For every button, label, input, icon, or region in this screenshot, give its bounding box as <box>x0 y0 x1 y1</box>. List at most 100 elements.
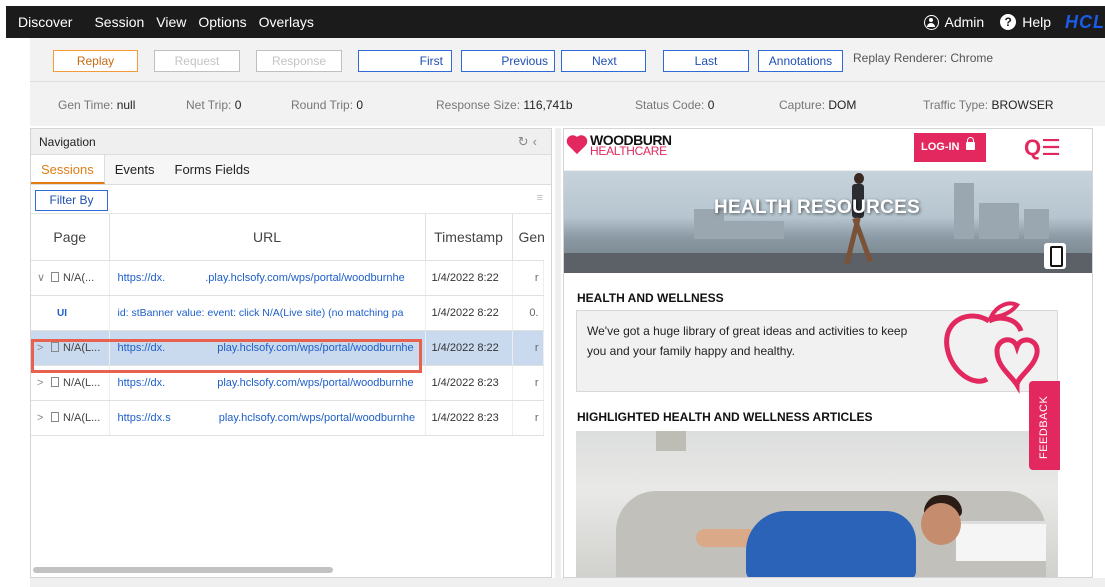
lock-icon <box>966 137 975 150</box>
help-label[interactable]: Help <box>1022 14 1051 30</box>
panel-divider[interactable] <box>555 128 561 578</box>
help-icon[interactable]: ? <box>1000 14 1017 30</box>
row-url[interactable]: id: stBanner value: event: click N/A(Liv… <box>109 295 426 331</box>
row-page: UI <box>31 295 110 331</box>
row-gen: r <box>512 365 544 401</box>
row-url[interactable]: https://dx. .play.hclsofy.com/wps/portal/… <box>109 260 426 296</box>
site-header: WOODBURN HEALTHCARE LOG-IN Q☰ <box>564 129 1092 171</box>
net-trip: Net Trip: 0 <box>186 98 242 112</box>
tab-events[interactable]: Events <box>105 155 165 184</box>
document-icon <box>51 411 59 422</box>
feedback-tab[interactable]: FEEDBACK <box>1029 381 1060 470</box>
login-button[interactable]: LOG-IN <box>914 133 986 162</box>
request-button[interactable]: Request <box>154 50 240 72</box>
row-timestamp: 1/4/2022 8:22 <box>425 260 513 296</box>
document-icon <box>51 376 59 387</box>
replay-toolbar: Replay Request Response First Previous N… <box>30 38 1105 82</box>
replay-renderer-label: Replay Renderer: Chrome <box>853 51 994 65</box>
section-title-health-wellness: HEALTH AND WELLNESS <box>577 291 724 305</box>
search-menu-icon[interactable]: Q☰ <box>1024 137 1061 159</box>
response-size: Response Size: 116,741b <box>436 98 573 112</box>
menu-view[interactable]: View <box>150 6 192 38</box>
heart-icon <box>566 136 588 156</box>
hcl-logo: HCL <box>1065 11 1105 32</box>
tab-forms-fields[interactable]: Forms Fields <box>165 155 260 184</box>
expand-chevron-icon[interactable]: > <box>37 377 49 389</box>
column-gen[interactable]: Gen <box>512 214 545 261</box>
health-wellness-text: We've got a huge library of great ideas … <box>587 324 908 358</box>
expand-chevron-icon[interactable]: ∨ <box>37 271 49 284</box>
row-page: > N/A(L... <box>31 400 110 436</box>
ui-event-tag: UI <box>57 307 67 319</box>
mobile-phone-icon[interactable] <box>1044 243 1066 269</box>
filter-row: Filter By ≡ <box>31 185 551 214</box>
document-icon <box>51 272 59 282</box>
last-button[interactable]: Last <box>663 50 749 72</box>
expand-chevron-icon[interactable]: > <box>37 412 49 424</box>
bottom-bar <box>30 578 1105 587</box>
annotations-button[interactable]: Annotations <box>758 50 843 72</box>
menu-right: Admin ? Help HCL <box>923 11 1105 33</box>
navigation-title: Navigation <box>39 135 96 149</box>
table-header: Page URL Timestamp Gen <box>31 214 545 261</box>
navigation-header: Navigation ↻‹ <box>31 129 551 155</box>
section-title-articles: HIGHLIGHTED HEALTH AND WELLNESS ARTICLES <box>577 410 873 424</box>
navigation-tabs: Sessions Events Forms Fields <box>31 155 551 185</box>
table-row-selected[interactable]: > N/A(L... https://dx. play.hclsofy.com/wp… <box>31 330 544 366</box>
capture: Capture: DOM <box>779 98 857 112</box>
user-icon[interactable] <box>923 14 939 30</box>
admin-label[interactable]: Admin <box>945 14 985 30</box>
row-gen: 0. <box>512 295 544 331</box>
previous-button[interactable]: Previous <box>461 50 555 72</box>
apple-hearts-icon <box>944 301 1040 394</box>
document-icon <box>51 341 59 352</box>
row-timestamp: 1/4/2022 8:23 <box>425 365 513 401</box>
row-page: > N/A(L... <box>31 330 110 366</box>
row-gen: r <box>512 330 544 366</box>
expand-chevron-icon[interactable]: > <box>37 342 49 354</box>
row-page: > N/A(L... <box>31 365 110 401</box>
response-button[interactable]: Response <box>256 50 342 72</box>
row-url[interactable]: https://dx. play.hclsofy.com/wps/portal/w… <box>109 330 426 366</box>
tab-sessions[interactable]: Sessions <box>31 155 105 184</box>
horizontal-scrollbar[interactable] <box>33 567 333 573</box>
session-info-bar: Gen Time: null Net Trip: 0 Round Trip: 0… <box>30 82 1105 126</box>
row-gen: r <box>512 400 544 436</box>
sessions-table: Page URL Timestamp Gen ∨ N/A(... https://… <box>31 214 545 436</box>
runner-figure <box>844 173 874 269</box>
collapse-icon[interactable]: ‹ <box>533 134 541 149</box>
menu-options[interactable]: Options <box>192 6 252 38</box>
menu-session[interactable]: Session <box>88 6 150 38</box>
row-url[interactable]: https://dx.s play.hclsofy.com/wps/portal/… <box>109 400 426 436</box>
round-trip: Round Trip: 0 <box>291 98 364 112</box>
status-code: Status Code: 0 <box>635 98 715 112</box>
table-row[interactable]: ∨ N/A(... https://dx. .play.hclsofy.com/wp… <box>31 260 544 296</box>
building-shape <box>1024 209 1049 239</box>
menu-bar: Discover Session View Options Overlays A… <box>6 6 1105 38</box>
column-page[interactable]: Page <box>31 214 110 261</box>
replay-button[interactable]: Replay <box>53 50 138 72</box>
column-timestamp[interactable]: Timestamp <box>425 214 513 261</box>
replay-preview: WOODBURN HEALTHCARE LOG-IN Q☰ HEALTH RES… <box>563 128 1093 578</box>
column-url[interactable]: URL <box>109 214 426 261</box>
table-row[interactable]: > N/A(L... https://dx.s play.hclsofy.com/w… <box>31 400 544 436</box>
logo-line2: HEALTHCARE <box>590 144 667 158</box>
table-row[interactable]: UI id: stBanner value: event: click N/A(… <box>31 295 544 331</box>
column-menu-icon[interactable]: ≡ <box>537 192 543 204</box>
row-timestamp: 1/4/2022 8:23 <box>425 400 513 436</box>
first-button[interactable]: First <box>358 50 452 72</box>
banner-title: HEALTH RESOURCES <box>714 197 921 218</box>
filter-by-button[interactable]: Filter By <box>35 190 108 211</box>
table-row[interactable]: > N/A(L... https://dx. play.hclsofy.com/wp… <box>31 365 544 401</box>
menu-discover[interactable]: Discover <box>6 6 78 38</box>
traffic-type: Traffic Type: BROWSER <box>923 98 1054 112</box>
woodburn-logo[interactable]: WOODBURN HEALTHCARE <box>566 133 672 158</box>
row-url[interactable]: https://dx. play.hclsofy.com/wps/portal/w… <box>109 365 426 401</box>
menu-overlays[interactable]: Overlays <box>253 6 320 38</box>
health-wellness-box: We've got a huge library of great ideas … <box>576 301 1058 394</box>
article-photo[interactable] <box>576 431 1058 577</box>
refresh-icon[interactable]: ↻ <box>518 134 533 149</box>
health-resources-banner: HEALTH RESOURCES <box>564 171 1092 273</box>
next-button[interactable]: Next <box>561 50 646 72</box>
navigation-controls: ↻‹ <box>518 129 541 155</box>
